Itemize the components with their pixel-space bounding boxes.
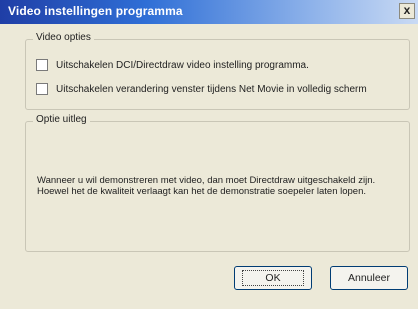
video-options-group: Video opties Uitschakelen DCI/Directdraw…: [25, 32, 410, 110]
disable-directdraw-checkbox[interactable]: [36, 59, 48, 71]
option-explanation-legend: Optie uitleg: [33, 114, 90, 125]
ok-button-label: OK: [242, 270, 304, 286]
close-button[interactable]: x: [399, 3, 415, 19]
title-bar[interactable]: Video instellingen programma x: [0, 0, 418, 24]
disable-directdraw-label[interactable]: Uitschakelen DCI/Directdraw video instel…: [56, 60, 309, 71]
ok-button[interactable]: OK: [234, 266, 312, 290]
checkbox-row-disable-window-change[interactable]: Uitschakelen verandering venster tijdens…: [36, 82, 367, 96]
checkbox-row-disable-directdraw[interactable]: Uitschakelen DCI/Directdraw video instel…: [36, 58, 309, 72]
option-explanation-text: Wanneer u wil demonstreren met video, da…: [37, 175, 376, 197]
cancel-button[interactable]: Annuleer: [330, 266, 408, 290]
dialog-window: Video instellingen programma x Video opt…: [0, 0, 418, 309]
cancel-button-label: Annuleer: [347, 272, 391, 284]
video-options-legend: Video opties: [33, 32, 94, 43]
window-title: Video instellingen programma: [8, 4, 183, 18]
disable-window-change-label[interactable]: Uitschakelen verandering venster tijdens…: [56, 84, 367, 95]
close-icon: x: [403, 3, 411, 17]
disable-window-change-checkbox[interactable]: [36, 83, 48, 95]
option-explanation-group: Optie uitleg Wanneer u wil demonstreren …: [25, 114, 410, 252]
